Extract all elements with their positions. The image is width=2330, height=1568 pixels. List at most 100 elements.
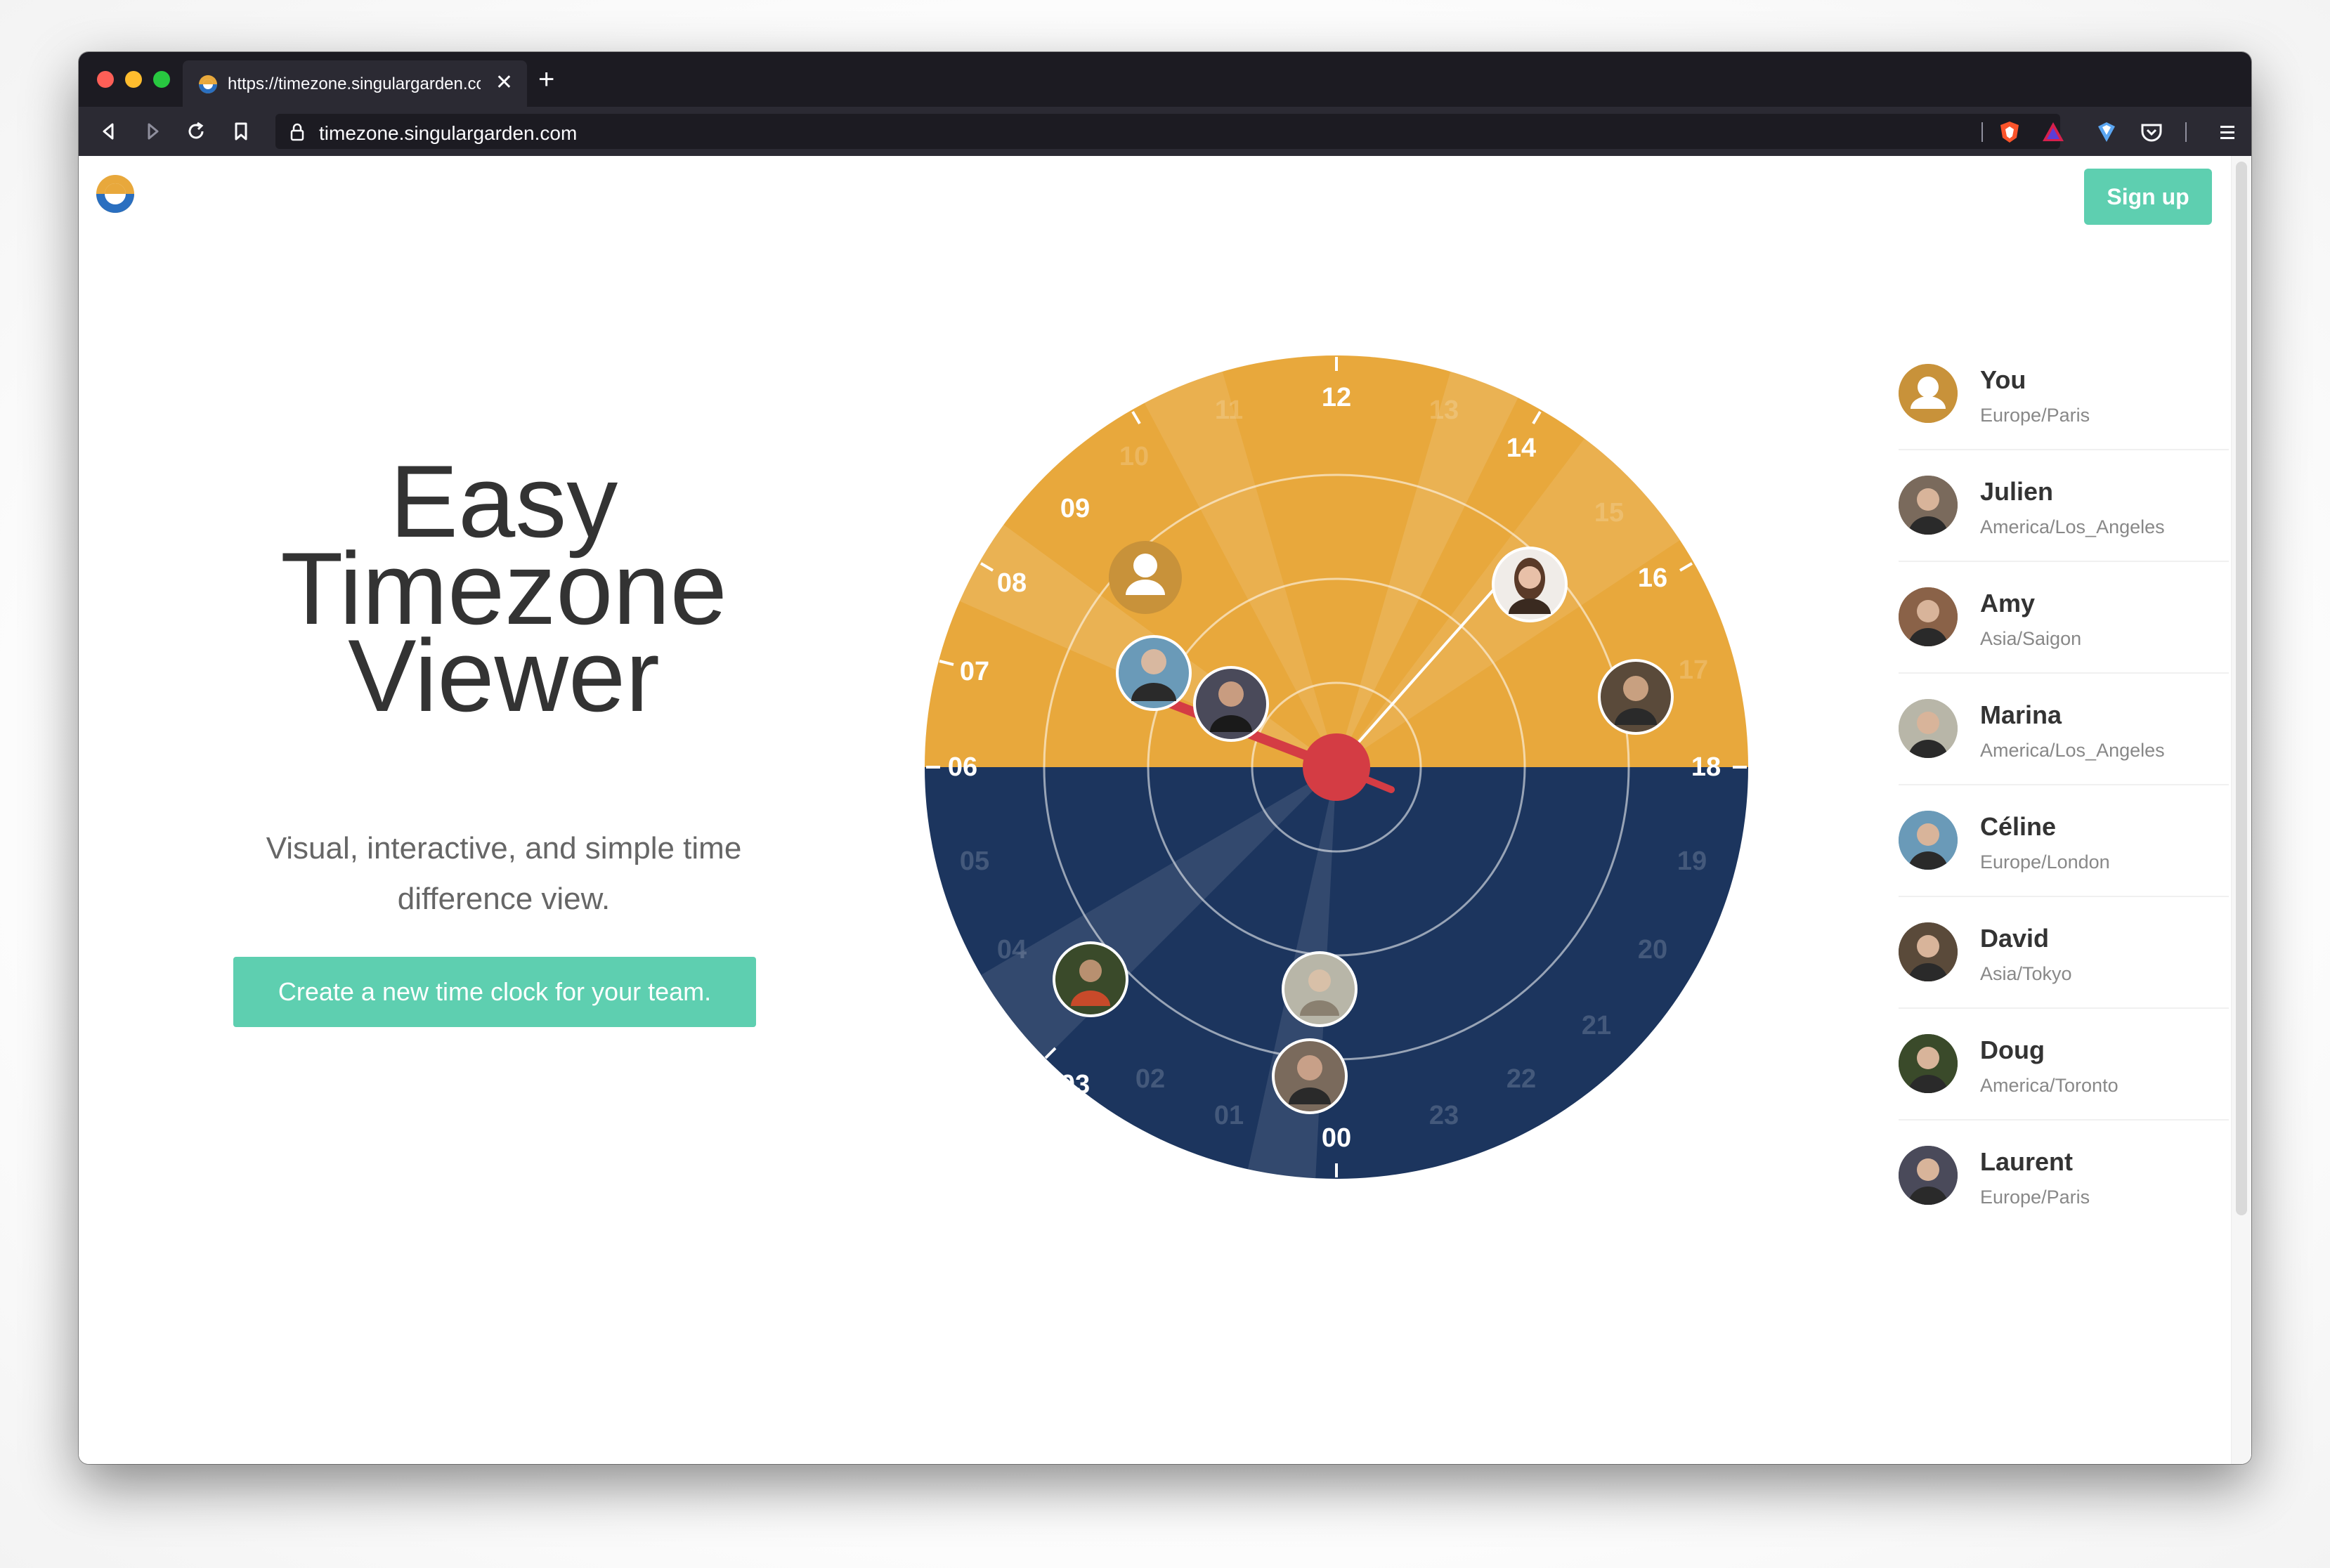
- member-timezone: Asia/Saigon: [1980, 628, 2082, 649]
- back-icon[interactable]: [97, 119, 121, 143]
- hour-label: 12: [1322, 383, 1351, 412]
- team-member[interactable]: Marina America/Los_Angeles: [1899, 674, 2229, 785]
- member-name: David: [1980, 924, 2050, 953]
- member-timezone: America/Los_Angeles: [1980, 516, 2165, 537]
- hour-label-faded: 11: [1215, 396, 1243, 425]
- user-placeholder-icon[interactable]: [1899, 364, 1958, 423]
- scrollbar-track: [2231, 156, 2251, 1464]
- member-timezone: Europe/Paris: [1980, 1187, 2090, 1208]
- member-name: You: [1980, 365, 2026, 394]
- scrollbar-thumb[interactable]: [2236, 162, 2247, 1215]
- member-name: Amy: [1980, 589, 2036, 618]
- pocket-icon[interactable]: [2139, 119, 2164, 145]
- hour-label-faded: 10: [1119, 442, 1149, 471]
- rewards-triangle-icon[interactable]: [2041, 119, 2066, 145]
- hour-label-faded: 01: [1214, 1101, 1244, 1130]
- avatar-marina[interactable]: [1282, 951, 1358, 1027]
- avatar-celine[interactable]: [1116, 635, 1192, 711]
- browser-tab[interactable]: https://timezone.singulargarden.com ✕: [183, 60, 527, 107]
- hour-label-faded: 13: [1429, 396, 1459, 425]
- page-content: Sign up Easy Timezone Viewer Visual, int…: [79, 156, 2251, 1464]
- hero-subtitle: Visual, interactive, and simple time dif…: [266, 831, 742, 916]
- forward-icon[interactable]: [141, 119, 164, 143]
- shield-extension-icon[interactable]: [2094, 119, 2119, 145]
- toolbar-divider: [1981, 122, 1983, 142]
- reload-icon[interactable]: [184, 119, 208, 143]
- member-avatar[interactable]: [1899, 587, 1958, 646]
- avatar-doug[interactable]: [1053, 941, 1128, 1017]
- create-clock-button[interactable]: Create a new time clock for your team.: [233, 957, 756, 1027]
- menu-icon[interactable]: [2215, 119, 2240, 145]
- signup-button[interactable]: Sign up: [2084, 169, 2212, 225]
- avatar-julien[interactable]: [1272, 1038, 1348, 1114]
- brave-shield-icon[interactable]: [1997, 119, 2022, 145]
- minimize-window-button[interactable]: [125, 71, 142, 88]
- url-text[interactable]: timezone.singulargarden.com: [319, 122, 577, 145]
- hour-label-faded: 17: [1679, 655, 1708, 685]
- new-tab-button[interactable]: +: [538, 65, 554, 93]
- team-member[interactable]: Doug America/Toronto: [1899, 1009, 2229, 1121]
- tab-close-icon[interactable]: ✕: [495, 70, 513, 96]
- site-favicon-icon: [199, 75, 217, 93]
- navigation-bar: timezone.singulargarden.com: [79, 107, 2251, 156]
- member-name: Julien: [1980, 477, 2054, 506]
- member-name: Marina: [1980, 700, 2062, 729]
- member-avatar[interactable]: [1899, 1146, 1958, 1205]
- avatar-laurent[interactable]: [1193, 666, 1269, 742]
- member-avatar[interactable]: [1899, 811, 1958, 870]
- maximize-window-button[interactable]: [153, 71, 170, 88]
- member-timezone: Europe/Paris: [1980, 405, 2090, 426]
- hour-label: 08: [997, 568, 1027, 598]
- toolbar-divider: [2185, 122, 2187, 142]
- hour-label: 16: [1638, 563, 1667, 593]
- avatar-you[interactable]: [1109, 541, 1182, 614]
- member-avatar[interactable]: [1899, 922, 1958, 981]
- url-bar[interactable]: timezone.singulargarden.com: [275, 114, 2060, 149]
- tab-title: https://timezone.singulargarden.com: [228, 74, 481, 93]
- hour-label: 18: [1691, 752, 1721, 782]
- member-name: Laurent: [1980, 1147, 2074, 1176]
- avatar-david[interactable]: [1598, 659, 1674, 735]
- member-avatar[interactable]: [1899, 476, 1958, 535]
- clock-center: [1303, 733, 1370, 801]
- hour-label: 00: [1322, 1123, 1351, 1153]
- hour-label-faded: 02: [1135, 1064, 1165, 1094]
- hour-label-faded: 20: [1638, 935, 1667, 965]
- hour-label-faded: 22: [1506, 1064, 1536, 1094]
- team-member[interactable]: Laurent Europe/Paris: [1899, 1121, 2229, 1231]
- hour-label-faded: 15: [1594, 498, 1624, 528]
- avatar-amy[interactable]: [1492, 547, 1568, 622]
- timezone-clock[interactable]: 12 14 16 18 00 03 06 07 08 09 11 13 10 1…: [922, 353, 1751, 1182]
- hour-label: 09: [1060, 494, 1090, 523]
- member-timezone: America/Toronto: [1980, 1075, 2119, 1096]
- site-logo-icon[interactable]: [96, 174, 135, 214]
- member-timezone: America/Los_Angeles: [1980, 740, 2165, 761]
- team-member[interactable]: Céline Europe/London: [1899, 785, 2229, 897]
- hour-label-faded: 23: [1429, 1101, 1459, 1130]
- hour-label-faded: 21: [1582, 1011, 1611, 1040]
- team-member[interactable]: You Europe/Paris: [1899, 339, 2229, 450]
- team-member[interactable]: Amy Asia/Saigon: [1899, 562, 2229, 674]
- browser-window: https://timezone.singulargarden.com ✕ + …: [79, 52, 2251, 1464]
- hour-label-faded: 04: [997, 935, 1027, 965]
- lock-icon: [290, 123, 304, 141]
- team-member[interactable]: David Asia/Tokyo: [1899, 897, 2229, 1009]
- hour-label-faded: 19: [1677, 847, 1707, 876]
- member-timezone: Europe/London: [1980, 851, 2110, 873]
- member-avatar[interactable]: [1899, 699, 1958, 758]
- close-window-button[interactable]: [97, 71, 114, 88]
- member-timezone: Asia/Tokyo: [1980, 963, 2072, 984]
- hour-label: 03: [1060, 1070, 1090, 1099]
- hour-label: 14: [1506, 433, 1536, 463]
- hero-title: Easy Timezone Viewer: [226, 450, 781, 727]
- hour-label: 06: [948, 752, 977, 782]
- hour-label-faded: 05: [960, 847, 989, 876]
- member-name: Céline: [1980, 812, 2057, 841]
- hour-label: 07: [960, 657, 989, 686]
- team-member[interactable]: Julien America/Los_Angeles: [1899, 450, 2229, 562]
- bookmark-icon[interactable]: [229, 119, 253, 143]
- team-list: You Europe/Paris Julien America/Los_Angeles…: [1899, 339, 2229, 1231]
- member-avatar[interactable]: [1899, 1034, 1958, 1093]
- tab-bar: https://timezone.singulargarden.com ✕ +: [79, 52, 2251, 107]
- member-name: Doug: [1980, 1035, 2045, 1064]
